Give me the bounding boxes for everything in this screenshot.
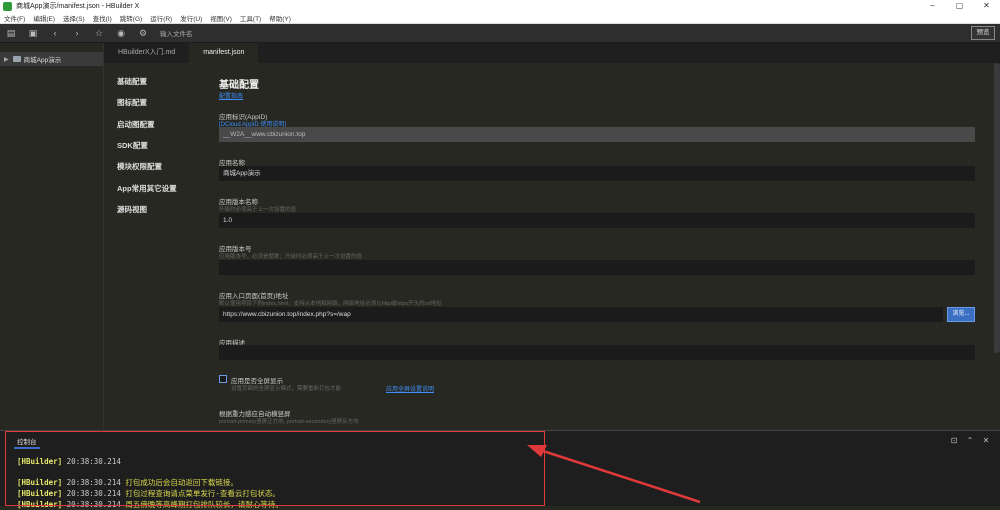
menu-select[interactable]: 选择(S) [59,13,89,23]
folder-icon [12,56,21,62]
project-sidebar: ▶ 商城App演示 [0,43,104,430]
nav-source-view[interactable]: 源码视图 [117,204,147,215]
console-actions: ⊡ ⌃ ✕ [946,436,994,445]
tab-manifest[interactable]: manifest.json [189,43,259,63]
log-tag: [HBuilder] [17,500,63,509]
fullscreen-checkbox[interactable] [219,375,227,383]
nav-splash-config[interactable]: 启动图配置 [117,119,155,130]
menu-publish[interactable]: 发行(U) [176,13,206,23]
maximize-panel-icon[interactable]: ⊡ [946,436,962,445]
config-guide-link[interactable]: 配置指南 [219,91,243,100]
nav-sdk-config[interactable]: SDK配置 [117,140,148,151]
project-tree-item[interactable]: ▶ 商城App演示 [0,52,103,66]
title-bar: 商城App演示/manifest.json - HBuilder X – ▢ ✕ [0,0,1000,12]
menu-file[interactable]: 文件(F) [0,13,29,23]
nav-module-permission[interactable]: 模块权限配置 [117,161,162,172]
hbuilder-logo-icon [3,1,12,11]
log-tag: [HBuilder] [17,457,63,466]
debug-icon[interactable]: ⚙ [132,28,154,39]
log-message: 打包过程查询请点菜单发行-查看云打包状态。 [125,489,280,498]
console-line: [HBuilder] 20:38:30.214 打包成功后会自动返回下载链接。 [17,477,238,488]
log-time: 20:38:30.214 [66,478,121,487]
editor-tabs: HBuilderX入门.md manifest.json [104,43,1000,63]
console-line: [HBuilder] 20:38:30.214 [17,457,125,466]
menu-tools[interactable]: 工具(T) [236,13,265,23]
run-icon[interactable]: ◉ [110,28,132,39]
toolbar: ▤ ▣ ‹ › ☆ ◉ ⚙ 输入文件名 预览 [0,24,1000,43]
log-time: 20:38:30.214 [66,457,121,466]
version-name-hint: 升级时必须高于上一次设置的值 [219,207,297,213]
menu-view[interactable]: 视图(V) [206,13,236,23]
preview-button[interactable]: 预览 [971,26,995,40]
fullscreen-help-link[interactable]: 应用全屏设置说明 [386,384,434,393]
new-file-icon[interactable]: ▤ [0,28,22,39]
log-message: 打包成功后会自动返回下载链接。 [125,478,238,487]
entry-page-hint: 默认使用项目下的index.html，支持从本地和网络，网络地址必须以http或… [219,301,442,307]
chevron-right-icon[interactable]: ▶ [4,56,9,63]
console-panel: 控制台 ⊡ ⌃ ✕ [HBuilder] 20:38:30.214 [HBuil… [0,430,1000,509]
menu-edit[interactable]: 编辑(E) [29,13,59,23]
version-code-hint: 应用版本号，必须是整数；升级时必须高于上一次设置的值 [219,254,363,260]
log-time: 20:38:30.214 [66,500,121,509]
save-icon[interactable]: ▣ [22,28,44,39]
log-tag: [HBuilder] [17,478,63,487]
chevron-up-icon[interactable]: ⌃ [962,436,978,445]
nav-app-settings[interactable]: App常用其它设置 [117,183,177,194]
orientation-hint: portrait-primary竖屏正方向, portrait-secondar… [219,419,359,425]
menu-find[interactable]: 查找(I) [89,13,116,23]
version-code-input[interactable] [219,260,975,275]
tab-hbuilderx-intro[interactable]: HBuilderX入门.md [104,43,189,63]
console-tab[interactable]: 控制台 [14,436,40,449]
app-name-input[interactable]: 商城App演示 [219,166,975,181]
menu-goto[interactable]: 跳转(G) [116,13,146,23]
maximize-button[interactable]: ▢ [946,0,973,12]
version-name-input[interactable]: 1.0 [219,213,975,228]
entry-page-input[interactable]: https://www.cbizunion.top/index.php?s=/w… [219,307,943,322]
appid-field: __W2A__www.cbizunion.top [219,127,975,142]
star-icon[interactable]: ☆ [88,28,110,39]
log-message: 周五傍晚等高峰期打包排队较长，请耐心等待。 [125,500,283,509]
menu-bar: 文件(F) 编辑(E) 选择(S) 查找(I) 跳转(G) 运行(R) 发行(U… [0,12,1000,24]
project-name: 商城App演示 [23,57,62,64]
window-controls: – ▢ ✕ [919,0,1000,12]
window-title: 商城App演示/manifest.json - HBuilder X [16,3,140,10]
browse-button[interactable]: 浏览... [947,307,975,322]
minimize-button[interactable]: – [919,0,946,12]
menu-run[interactable]: 运行(R) [146,13,176,23]
vertical-scrollbar[interactable] [994,63,1000,353]
file-search-input[interactable]: 输入文件名 [160,28,193,38]
console-line: [HBuilder] 20:38:30.214 周五傍晚等高峰期打包排队较长，请… [17,499,283,510]
menu-help[interactable]: 帮助(Y) [265,13,295,23]
close-panel-icon[interactable]: ✕ [978,436,994,445]
close-button[interactable]: ✕ [973,0,1000,12]
config-nav: 基础配置 图标配置 启动图配置 SDK配置 模块权限配置 App常用其它设置 源… [104,63,202,430]
fullscreen-hint: 设置页面的全屏显示模式，需要重新打包才能 [231,386,342,392]
section-heading: 基础配置 [219,80,259,91]
console-line: [HBuilder] 20:38:30.214 打包过程查询请点菜单发行-查看云… [17,488,280,499]
nav-basic-config[interactable]: 基础配置 [117,76,147,87]
back-icon[interactable]: ‹ [44,28,66,38]
log-time: 20:38:30.214 [66,489,121,498]
nav-icon-config[interactable]: 图标配置 [117,97,147,108]
app-description-input[interactable] [219,345,975,360]
forward-icon[interactable]: › [66,28,88,38]
config-content: 基础配置 配置指南 应用标识(AppID) [DCloud AppID 使用说明… [202,63,1000,430]
log-tag: [HBuilder] [17,489,63,498]
